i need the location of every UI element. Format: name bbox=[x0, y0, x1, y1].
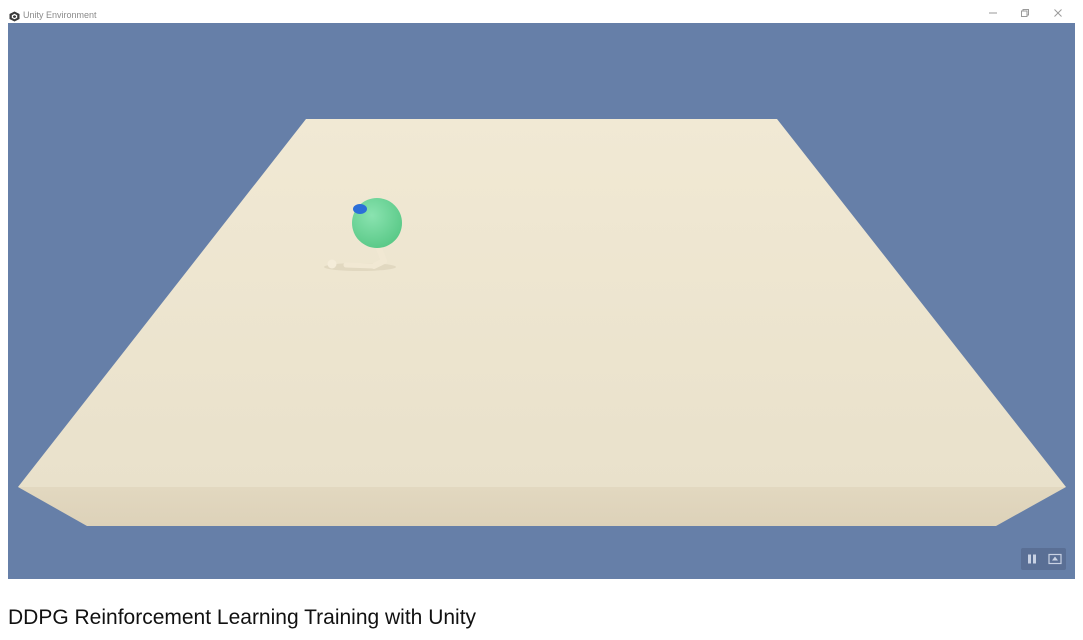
fullscreen-icon[interactable] bbox=[1046, 550, 1064, 568]
close-icon bbox=[1053, 8, 1063, 18]
video-overlay-controls bbox=[1021, 548, 1066, 570]
close-button[interactable] bbox=[1048, 5, 1068, 21]
minimize-button[interactable] bbox=[983, 5, 1003, 21]
platform-top bbox=[18, 119, 1066, 487]
game-viewport[interactable] bbox=[8, 23, 1075, 579]
restore-icon bbox=[1020, 8, 1030, 18]
window-title: Unity Environment bbox=[23, 10, 97, 20]
unity-window: Unity Environment bbox=[0, 0, 1083, 582]
video-title: DDPG Reinforcement Learning Training wit… bbox=[8, 606, 477, 629]
platform-front bbox=[18, 487, 1066, 526]
scene-render bbox=[18, 119, 1066, 526]
restore-button[interactable] bbox=[1015, 5, 1035, 21]
unity-logo-icon bbox=[9, 9, 20, 22]
minimize-icon bbox=[988, 8, 998, 18]
pause-icon[interactable] bbox=[1023, 550, 1041, 568]
agent-eye bbox=[353, 204, 367, 214]
window-titlebar[interactable]: Unity Environment bbox=[0, 0, 1083, 23]
